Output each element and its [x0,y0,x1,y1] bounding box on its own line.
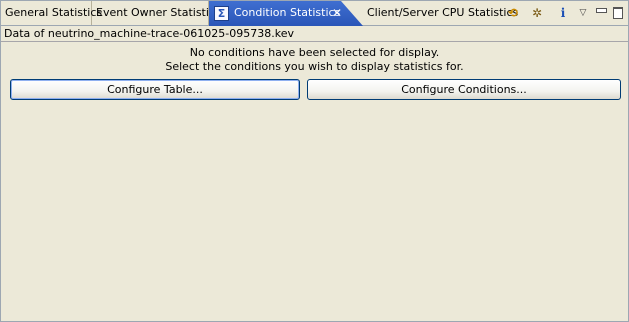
statistics-view: General Statistics Event Owner Statistic… [0,0,629,322]
tab-event-owner-statistics[interactable]: Event Owner Statistics [92,1,221,25]
tab-label: Client/Server CPU Statistics [367,6,519,19]
tab-label: Condition Statistics [234,6,341,19]
empty-message-line-1: No conditions have been selected for dis… [189,46,440,59]
configure-conditions-button[interactable]: Configure Conditions... [307,79,621,100]
tab-label: General Statistics [5,6,103,19]
sigma-icon: Σ [214,5,229,21]
tab-client-server-cpu-statistics[interactable]: Client/Server CPU Statistics [363,1,518,25]
configure-table-button[interactable]: Configure Table... [10,79,300,100]
info-icon[interactable]: i [555,5,571,21]
empty-message-line-2: Select the conditions you wish to displa… [165,60,464,73]
minimize-icon[interactable] [593,5,609,21]
tab-general-statistics[interactable]: General Statistics [1,1,102,25]
tab-label: Event Owner Statistics [96,6,221,19]
bug-icon[interactable]: ✲ [529,5,545,21]
close-icon[interactable]: ✕ [331,1,343,25]
data-title: Data of neutrino_machine-trace-061025-09… [4,27,294,40]
sync-icon[interactable]: ⟲ [505,5,521,21]
view-menu-icon[interactable]: ▽ [575,5,591,21]
divider [1,41,628,42]
maximize-icon[interactable] [610,5,626,21]
tab-bar: General Statistics Event Owner Statistic… [1,1,628,26]
tab-condition-statistics[interactable]: Σ Condition Statistics ✕ [209,1,363,26]
